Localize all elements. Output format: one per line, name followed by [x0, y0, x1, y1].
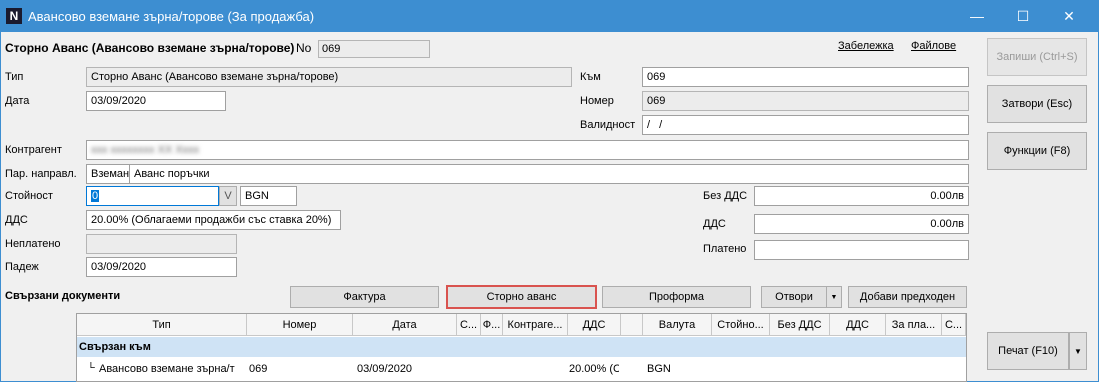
to-label: Към — [580, 71, 601, 83]
row-vat: 20.00% (С — [569, 363, 619, 375]
paid-field — [754, 240, 969, 260]
row-currency: BGN — [647, 363, 671, 375]
document-number-field: 069 — [318, 40, 430, 58]
unpaid-label: Неплатено — [5, 238, 61, 250]
print-button[interactable]: Печат (F10) — [987, 332, 1069, 370]
open-dropdown-chevron-icon[interactable]: ▼ — [826, 286, 842, 308]
add-previous-button[interactable]: Добави предходен — [848, 286, 967, 308]
title-bar: N Авансово вземане зърна/торове (За прод… — [0, 0, 1099, 32]
type-label: Тип — [5, 71, 24, 83]
value-text: 0 — [91, 190, 100, 202]
no-vat-field: 0.00лв — [754, 186, 969, 206]
vat-total-field: 0.00лв — [754, 214, 969, 234]
open-button[interactable]: Отвори — [761, 286, 827, 308]
direction-code-field[interactable]: Вземан — [86, 164, 130, 184]
type-field: Сторно Аванс (Авансово вземане зърна/тор… — [86, 67, 572, 87]
unpaid-field — [86, 234, 237, 254]
column-header-type[interactable]: Тип — [77, 314, 247, 336]
vat-total-label: ДДС — [703, 218, 726, 230]
vat-select[interactable]: 20.00% (Облагаеми продажби със ставка 20… — [86, 210, 341, 230]
column-header-vat-total[interactable]: ДДС — [830, 314, 886, 336]
direction-label: Пар. направл. — [5, 168, 77, 180]
storno-advance-button[interactable]: Сторно аванс — [446, 285, 597, 309]
contragent-field[interactable]: ххх хххххххх ХХ Хххх — [86, 140, 969, 160]
to-field[interactable]: 069 — [642, 67, 969, 87]
value-input[interactable]: 0 — [86, 186, 219, 206]
number-label: Номер — [580, 95, 614, 107]
save-button[interactable]: Запиши (Ctrl+S) — [987, 38, 1087, 76]
files-link[interactable]: Файлове — [911, 40, 956, 52]
row-type: Авансово вземане зърна/т — [99, 363, 235, 375]
column-header-number[interactable]: Номер — [247, 314, 353, 336]
vat-label: ДДС — [5, 214, 28, 226]
document-title: Сторно Аванс (Авансово вземане зърна/тор… — [5, 41, 295, 55]
group-row-fill — [247, 337, 966, 357]
due-label: Падеж — [5, 261, 39, 273]
app-logo-icon: N — [6, 8, 22, 24]
related-docs-title: Свързани документи — [5, 290, 121, 302]
currency-field[interactable]: BGN — [240, 186, 297, 206]
column-header-s2[interactable]: С... — [942, 314, 966, 336]
value-v-button[interactable]: V — [219, 186, 237, 206]
functions-button[interactable]: Функции (F8) — [987, 132, 1087, 170]
column-header-contragent[interactable]: Контраге... — [503, 314, 568, 336]
contragent-value: ххх хххххххх ХХ Хххх — [91, 144, 200, 156]
direction-field[interactable]: Аванс поръчки — [129, 164, 969, 184]
close-window-button[interactable]: ✕ — [1046, 0, 1092, 32]
value-label: Стойност — [5, 190, 53, 202]
column-header-vat[interactable]: ДДС — [568, 314, 621, 336]
column-header-date[interactable]: Дата — [353, 314, 457, 336]
invoice-button[interactable]: Фактура — [290, 286, 439, 308]
tree-connector: └ — [87, 362, 95, 374]
column-header-f[interactable]: Ф... — [481, 314, 503, 336]
validity-field[interactable]: / / — [642, 115, 969, 135]
minimize-button[interactable]: — — [954, 0, 1000, 32]
column-header-s[interactable]: С... — [457, 314, 481, 336]
column-header-to-pay[interactable]: За пла... — [886, 314, 942, 336]
print-dropdown-chevron-icon[interactable]: ▼ — [1069, 332, 1087, 370]
no-vat-label: Без ДДС — [703, 190, 748, 202]
group-label: Свързан към — [79, 341, 151, 353]
column-header-blank[interactable] — [621, 314, 643, 336]
note-link[interactable]: Забележка — [838, 40, 894, 52]
maximize-button[interactable]: ☐ — [1000, 0, 1046, 32]
paid-label: Платено — [703, 243, 747, 255]
related-docs-table[interactable]: Тип Номер Дата С... Ф... Контраге... ДДС… — [76, 313, 967, 382]
row-number: 069 — [249, 363, 268, 375]
proforma-button[interactable]: Проформа — [602, 286, 751, 308]
column-header-no-vat[interactable]: Без ДДС — [770, 314, 830, 336]
number-field: 069 — [642, 91, 969, 111]
column-header-currency[interactable]: Валута — [643, 314, 712, 336]
contragent-label: Контрагент — [5, 144, 62, 156]
close-button[interactable]: Затвори (Esc) — [987, 85, 1087, 123]
column-header-value[interactable]: Стойно... — [712, 314, 770, 336]
date-field[interactable]: 03/09/2020 — [86, 91, 226, 111]
window-title: Авансово вземане зърна/торове (За продаж… — [28, 9, 315, 24]
validity-label: Валидност — [580, 119, 636, 131]
due-date-field[interactable]: 03/09/2020 — [86, 257, 237, 277]
number-prefix-label: No — [296, 41, 312, 55]
row-date: 03/09/2020 — [357, 363, 413, 375]
date-label: Дата — [5, 95, 30, 107]
